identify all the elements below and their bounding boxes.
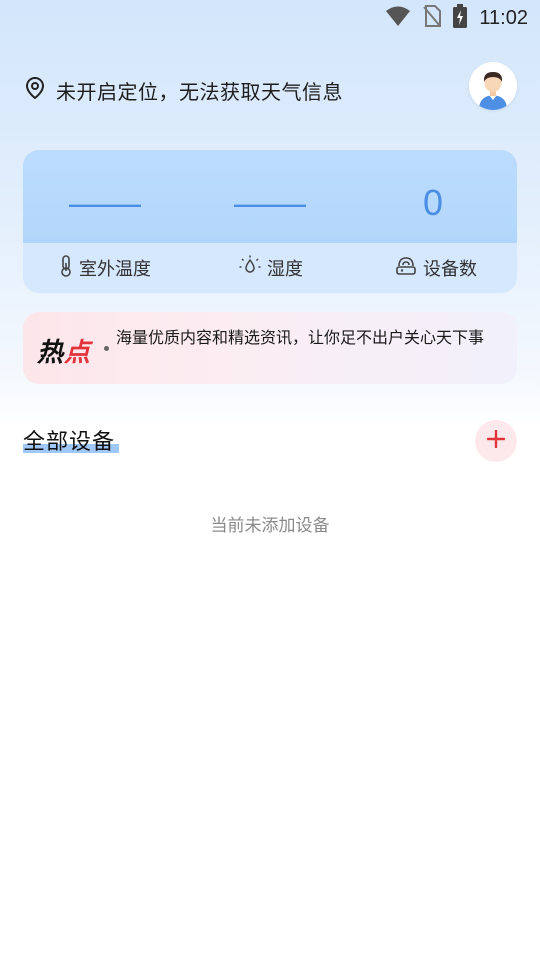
location-status-text: 未开启定位，无法获取天气信息 (56, 79, 343, 104)
outdoor-temp-label: 室外温度 (79, 259, 151, 280)
empty-devices-text: 当前未添加设备 (210, 516, 330, 536)
outdoor-temp-value: —— (69, 182, 141, 223)
plus-icon (486, 429, 506, 452)
status-time: 11:02 (479, 6, 528, 29)
location-row[interactable]: 未开启定位，无法获取天气信息 (24, 72, 343, 108)
thermometer-icon (59, 254, 73, 282)
device-count-label-group: 设备数 (395, 243, 477, 293)
avatar-icon (469, 62, 517, 110)
device-count-label: 设备数 (423, 259, 477, 280)
battery-charging-icon (453, 4, 468, 32)
hot-news-text: 海量优质内容和精选资讯，让你足不出户关心天下事 (116, 328, 485, 347)
hot-news-banner[interactable]: 热点 海量优质内容和精选资讯，让你足不出户关心天下事 (23, 312, 517, 384)
weather-labels-row: 室外温度 湿度 设备数 (23, 243, 517, 293)
outdoor-temp-label-group: 室外温度 (59, 243, 151, 293)
device-router-icon (395, 256, 417, 281)
humidity-label: 湿度 (267, 259, 303, 280)
section-title: 全部设备 (23, 430, 116, 455)
hot-logo-main: 热 (37, 338, 65, 368)
status-icons: 11:02 (385, 4, 528, 32)
bullet-dot (104, 346, 109, 351)
weather-values-area: —— —— 0 (23, 150, 517, 243)
device-count-value: 0 (422, 182, 444, 223)
humidity-value: —— (234, 182, 306, 223)
user-avatar[interactable] (469, 62, 517, 110)
no-sim-icon (423, 5, 442, 31)
wifi-icon (385, 5, 411, 31)
humidity-label-group: 湿度 (239, 243, 303, 293)
status-bar: 11:02 (0, 0, 540, 36)
add-device-button[interactable] (475, 420, 517, 462)
humidity-icon (239, 255, 261, 282)
location-pin-icon (24, 76, 46, 104)
hot-logo-accent: 点 (64, 338, 92, 368)
weather-card: —— —— 0 室外温度 湿度 设备数 (23, 150, 517, 293)
hot-news-logo: 热点 (37, 332, 91, 369)
